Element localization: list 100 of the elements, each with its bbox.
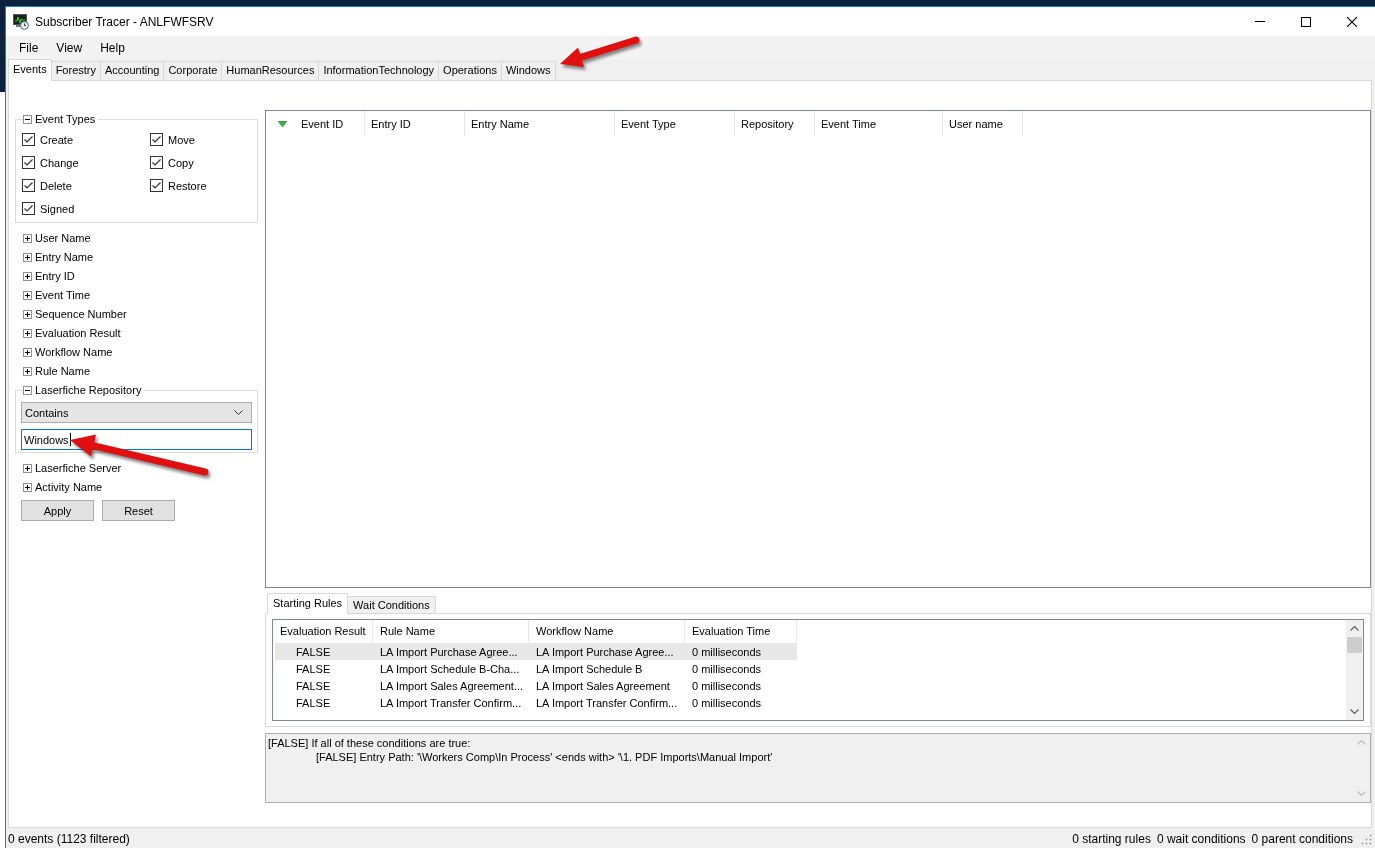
expand-icon[interactable] bbox=[23, 464, 32, 473]
monitor-icon bbox=[13, 13, 29, 30]
menu-item[interactable]: File bbox=[10, 37, 48, 58]
close-icon bbox=[1347, 16, 1357, 27]
apply-button[interactable]: Apply bbox=[21, 500, 94, 521]
status-text: 0 parent conditions bbox=[1251, 832, 1353, 846]
table-cell-text: LA Import Purchase Agree... bbox=[535, 645, 675, 658]
table-cell-text: FALSE bbox=[295, 696, 332, 709]
expand-icon[interactable] bbox=[23, 348, 32, 357]
table-cell-text: LA Import Schedule B-Cha... bbox=[379, 662, 521, 675]
chevron-down-icon bbox=[1357, 791, 1366, 796]
filter-value-field[interactable]: Windows bbox=[21, 429, 252, 450]
column-header[interactable]: Event ID bbox=[266, 111, 365, 136]
expand-icon[interactable] bbox=[23, 483, 32, 492]
tab[interactable]: Wait Conditions bbox=[347, 596, 436, 613]
checkbox[interactable] bbox=[22, 202, 35, 215]
collapse-icon[interactable] bbox=[23, 115, 32, 124]
maximize-icon bbox=[1301, 16, 1311, 27]
condition-dropdown[interactable]: Contains bbox=[21, 402, 252, 423]
column-header[interactable]: Entry ID bbox=[365, 111, 465, 136]
expand-icon[interactable] bbox=[23, 291, 32, 300]
column-header[interactable]: User name bbox=[943, 111, 1023, 136]
checkbox[interactable] bbox=[150, 156, 163, 169]
checkbox[interactable] bbox=[150, 179, 163, 192]
table-row[interactable]: FALSE LA Import Sales Agreement... LA Import Sales Agreement 0 milliseconds bbox=[275, 677, 797, 694]
filter-label: Entry Name bbox=[35, 251, 94, 264]
column-label: Entry ID bbox=[371, 117, 411, 130]
column-header[interactable]: Evaluation Result bbox=[273, 620, 373, 642]
chevron-down-icon bbox=[234, 410, 243, 415]
expand-icon[interactable] bbox=[23, 234, 32, 243]
filter-label: Rule Name bbox=[35, 365, 91, 378]
column-label: Repository bbox=[741, 117, 794, 130]
table-row[interactable]: FALSE LA Import Purchase Agree... LA Import Purchase Agree... 0 milliseconds bbox=[275, 643, 797, 660]
checkbox[interactable] bbox=[22, 156, 35, 169]
table-cell-text: 0 milliseconds bbox=[691, 662, 763, 675]
filter-label: User Name bbox=[35, 232, 91, 245]
filter-label: Laserfiche Server bbox=[35, 462, 122, 475]
tab[interactable]: Events bbox=[8, 59, 52, 81]
window-title: Subscriber Tracer - ANLFWFSRV bbox=[35, 14, 214, 29]
chevron-down-icon bbox=[1350, 709, 1359, 714]
menu-item[interactable]: View bbox=[47, 37, 92, 58]
column-header[interactable]: Event Type bbox=[615, 111, 735, 136]
table-cell-text: LA Import Sales Agreement bbox=[535, 679, 671, 692]
condition-text: [FALSE] Entry Path: '\Workers Comp\In Process' <ends with> '\1. PDF Imports\Manual Import' bbox=[316, 750, 774, 764]
status-text: 0 events (1123 filtered) bbox=[8, 832, 130, 846]
checkbox-label: Change bbox=[40, 156, 79, 169]
status-text: 0 wait conditions bbox=[1156, 832, 1246, 846]
condition-text: [FALSE] If all of these conditions are true: bbox=[268, 736, 472, 750]
column-header[interactable]: Repository bbox=[735, 111, 815, 136]
table-row[interactable]: FALSE LA Import Transfer Confirm... LA Import Transfer Confirm... 0 milliseconds bbox=[275, 694, 797, 711]
filter-label: Activity Name bbox=[35, 481, 103, 494]
expand-icon[interactable] bbox=[23, 272, 32, 281]
table-cell-text: 0 milliseconds bbox=[691, 645, 763, 658]
tab[interactable]: Starting Rules bbox=[267, 593, 349, 614]
minimize-icon bbox=[1255, 21, 1265, 22]
column-header[interactable]: Workflow Name bbox=[529, 620, 685, 642]
expand-icon[interactable] bbox=[23, 367, 32, 376]
expand-icon[interactable] bbox=[23, 329, 32, 338]
status-text: 0 starting rules bbox=[1072, 832, 1151, 846]
checkbox-label: Signed bbox=[40, 202, 75, 215]
column-label: Event ID bbox=[301, 117, 344, 130]
checkbox[interactable] bbox=[22, 133, 35, 146]
reset-button[interactable]: Reset bbox=[102, 500, 175, 521]
column-label: Entry Name bbox=[471, 117, 530, 130]
column-header[interactable]: Entry Name bbox=[465, 111, 615, 136]
table-cell-text: LA Import Sales Agreement... bbox=[379, 679, 525, 692]
column-header[interactable]: Evaluation Time bbox=[685, 620, 797, 642]
expand-icon[interactable] bbox=[23, 253, 32, 262]
checkbox-label: Create bbox=[40, 133, 74, 146]
checkbox-label: Restore bbox=[168, 179, 207, 192]
column-label: User name bbox=[949, 117, 1003, 130]
checkbox[interactable] bbox=[22, 179, 35, 192]
expand-icon[interactable] bbox=[23, 310, 32, 319]
collapse-icon[interactable] bbox=[23, 386, 32, 395]
table-cell-text: 0 milliseconds bbox=[691, 696, 763, 709]
table-row[interactable]: FALSE LA Import Schedule B-Cha... LA Import Schedule B 0 milliseconds bbox=[275, 660, 797, 677]
menu-item[interactable]: Help bbox=[91, 37, 134, 58]
table-cell-text: LA Import Schedule B bbox=[535, 662, 644, 675]
filter-label: Workflow Name bbox=[35, 346, 113, 359]
chevron-up-icon bbox=[1357, 740, 1366, 745]
tab[interactable]: Windows bbox=[500, 61, 556, 80]
checkbox[interactable] bbox=[150, 133, 163, 146]
filter-label: Sequence Number bbox=[35, 308, 127, 321]
table-cell-text: LA Import Transfer Confirm... bbox=[379, 696, 523, 709]
sort-icon bbox=[278, 120, 287, 127]
scrollbar-thumb[interactable] bbox=[1347, 637, 1362, 653]
column-header[interactable]: Rule Name bbox=[373, 620, 529, 642]
table-cell-text: FALSE bbox=[295, 679, 332, 692]
column-label: Event Type bbox=[621, 117, 676, 130]
chevron-up-icon bbox=[1350, 626, 1359, 631]
table-cell-text: 0 milliseconds bbox=[691, 679, 763, 692]
column-label: Event Time bbox=[821, 117, 877, 130]
checkbox-label: Move bbox=[168, 133, 195, 146]
table-cell-text: FALSE bbox=[295, 645, 332, 658]
checkbox-label: Delete bbox=[40, 179, 72, 192]
table-cell-text: FALSE bbox=[295, 662, 332, 675]
vertical-scrollbar[interactable] bbox=[1346, 620, 1363, 720]
column-header[interactable]: Event Time bbox=[815, 111, 943, 136]
filter-label: Event Types bbox=[35, 113, 96, 126]
resize-grip-icon[interactable] bbox=[1361, 833, 1372, 845]
